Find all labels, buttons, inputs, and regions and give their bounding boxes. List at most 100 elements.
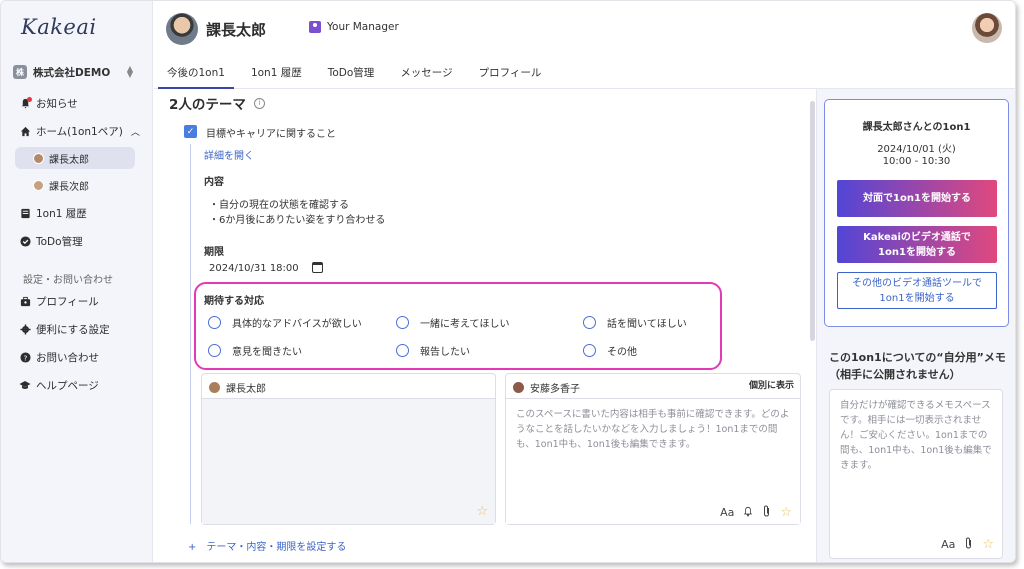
show-individually-toggle[interactable]: 個別に表示 xyxy=(749,378,794,391)
theme-checkbox[interactable]: ✓ xyxy=(184,125,197,138)
theme-title-text: 2人のテーマ xyxy=(169,97,246,113)
private-memo-title: この1on1についての“自分用”メモ （相手に公開されません） xyxy=(829,349,1006,383)
sidebar-item-pair-2[interactable]: 課長次郎 xyxy=(15,174,135,196)
page-title: 2人のテーマ i xyxy=(169,93,265,113)
option-advice[interactable]: 具体的なアドバイスが欲しい xyxy=(208,315,362,330)
briefcase-icon xyxy=(19,296,31,308)
partner-note-card: 課長太郎 ☆ xyxy=(201,373,496,525)
start-other-tool-button[interactable]: その他のビデオ通話ツールで 1on1を開始する xyxy=(837,272,997,309)
tab-bar: 今後の1on1 1on1 履歴 ToDo管理 メッセージ プロフィール xyxy=(154,59,554,89)
right-panel: 課長太郎さんとの1on1 2024/10/01 (火) 10:00 - 10:3… xyxy=(816,89,1015,562)
updown-chevron-icon: ▲ ▼ xyxy=(126,64,133,79)
sidebar-item-label: ToDo管理 xyxy=(36,236,83,248)
tab-history[interactable]: 1on1 履歴 xyxy=(238,59,315,89)
avatar xyxy=(513,382,524,393)
main-scrollbar[interactable] xyxy=(810,101,815,341)
sidebar-item-label: お問い合わせ xyxy=(36,352,99,364)
sidebar-item-help[interactable]: ヘルプページ xyxy=(19,378,99,393)
font-format-icon[interactable]: Aa xyxy=(941,538,955,551)
sidebar-item-history[interactable]: 1on1 履歴 xyxy=(19,206,87,221)
avatar xyxy=(166,13,198,45)
star-icon[interactable]: ☆ xyxy=(780,505,792,520)
radio-icon xyxy=(208,344,221,357)
option-label: 一緒に考えてほしい xyxy=(420,319,510,330)
company-switcher[interactable]: 株 株式会社DEMO ▲ ▼ xyxy=(13,63,133,81)
unread-dot xyxy=(27,96,32,102)
start-in-person-button[interactable]: 対面で1on1を開始する xyxy=(837,180,997,217)
sidebar-item-label: お知らせ xyxy=(36,98,78,110)
info-icon[interactable]: i xyxy=(253,97,265,109)
sidebar-item-notifications[interactable]: お知らせ xyxy=(19,96,78,111)
app-logo[interactable]: Kakeai xyxy=(21,15,97,39)
expected-response-label: 期待する対応 xyxy=(204,296,264,307)
theme-divider-line xyxy=(190,144,191,524)
private-memo-input[interactable]: 自分だけが確認できるメモスペースです。相手には一切表示されません！ご安心ください… xyxy=(829,389,1003,559)
open-details-link[interactable]: 詳細を開く xyxy=(204,147,254,162)
settings-section-label: 設定・お問い合わせ xyxy=(23,275,113,286)
content-label: 内容 xyxy=(204,177,224,188)
expected-response-box: 期待する対応 具体的なアドバイスが欲しい 一緒に考えてほしい 話を聞いてほしい … xyxy=(194,282,722,370)
font-format-icon[interactable]: Aa xyxy=(720,506,734,519)
start-video-call-button[interactable]: Kakeaiのビデオ通話で 1on1を開始する xyxy=(837,226,997,263)
memo-title-line: この1on1についての“自分用”メモ xyxy=(829,351,1006,364)
tab-upcoming[interactable]: 今後の1on1 xyxy=(154,59,238,89)
card-header: 安藤多香子 xyxy=(513,380,580,395)
radio-icon xyxy=(396,344,409,357)
svg-text:?: ? xyxy=(23,353,27,362)
card-author: 安藤多香子 xyxy=(530,384,580,395)
option-label: 具体的なアドバイスが欲しい xyxy=(232,319,362,330)
bell-icon xyxy=(19,96,32,110)
option-opinion[interactable]: 意見を聞きたい xyxy=(208,343,302,358)
sidebar-item-contact[interactable]: ? お問い合わせ xyxy=(19,350,99,365)
role-label: Your Manager xyxy=(327,21,399,33)
add-theme-link[interactable]: + テーマ・内容・期限を設定する xyxy=(188,538,346,553)
tab-profile[interactable]: プロフィール xyxy=(466,59,555,89)
option-other[interactable]: その他 xyxy=(583,343,637,358)
option-listen[interactable]: 話を聞いてほしい xyxy=(583,315,687,330)
avatar xyxy=(33,152,44,164)
note-placeholder: このスペースに書いた内容は相手も事前に確認できます。どのようなことを話したいかな… xyxy=(516,409,790,450)
deadline-label: 期限 xyxy=(204,247,224,258)
partner-name: 課長太郎 xyxy=(206,21,267,39)
my-note-card: 安藤多香子 個別に表示 このスペースに書いた内容は相手も事前に確認できます。どの… xyxy=(505,373,801,525)
option-label: 意見を聞きたい xyxy=(232,347,302,358)
option-think-together[interactable]: 一緒に考えてほしい xyxy=(396,315,510,330)
star-icon[interactable]: ☆ xyxy=(476,504,488,519)
sidebar-item-pair-1[interactable]: 課長太郎 xyxy=(15,147,135,169)
paperclip-icon[interactable] xyxy=(762,505,771,520)
gear-icon xyxy=(19,324,31,336)
deadline-value[interactable]: 2024/10/31 18:00 xyxy=(209,263,299,274)
button-label: 1on1を開始する xyxy=(878,246,956,258)
paperclip-icon[interactable] xyxy=(964,537,973,552)
chevron-up-icon: ︿ xyxy=(130,128,140,138)
company-badge: 株 xyxy=(13,65,27,79)
option-label: 話を聞いてほしい xyxy=(607,319,687,330)
role-badge: Your Manager xyxy=(309,21,399,33)
app-window: Kakeai 株 株式会社DEMO ▲ ▼ お知らせ ホーム(1on1ペア) ︿ … xyxy=(0,0,1016,563)
theme-name: 目標やキャリアに関すること xyxy=(206,129,336,140)
bell-icon[interactable] xyxy=(743,506,753,520)
option-report[interactable]: 報告したい xyxy=(396,343,470,358)
meeting-date: 2024/10/01 (火) xyxy=(877,144,956,155)
company-name: 株式会社DEMO xyxy=(33,66,111,79)
sidebar-item-preferences[interactable]: 便利にする設定 xyxy=(19,322,110,337)
my-note-input[interactable]: このスペースに書いた内容は相手も事前に確認できます。どのようなことを話したいかな… xyxy=(506,398,800,524)
tab-todo[interactable]: ToDo管理 xyxy=(315,59,388,89)
graduation-cap-icon xyxy=(19,380,31,392)
star-icon[interactable]: ☆ xyxy=(982,537,994,552)
sidebar: Kakeai 株 株式会社DEMO ▲ ▼ お知らせ ホーム(1on1ペア) ︿ … xyxy=(1,1,153,562)
option-label: 報告したい xyxy=(420,347,470,358)
option-label: その他 xyxy=(607,347,637,358)
sidebar-item-todo[interactable]: ToDo管理 xyxy=(19,234,83,249)
sidebar-item-home[interactable]: ホーム(1on1ペア) ︿ xyxy=(19,124,140,139)
sidebar-item-label: プロフィール xyxy=(36,296,99,308)
radio-icon xyxy=(396,316,409,329)
partner-note-area: ☆ xyxy=(202,398,495,524)
tab-messages[interactable]: メッセージ xyxy=(387,59,465,89)
meeting-card: 課長太郎さんとの1on1 2024/10/01 (火) 10:00 - 10:3… xyxy=(824,99,1009,327)
current-user-avatar[interactable] xyxy=(972,13,1002,43)
sidebar-item-label: 課長太郎 xyxy=(49,154,89,166)
calendar-icon[interactable] xyxy=(312,262,323,273)
sidebar-item-profile[interactable]: プロフィール xyxy=(19,294,99,309)
document-icon xyxy=(19,208,31,220)
